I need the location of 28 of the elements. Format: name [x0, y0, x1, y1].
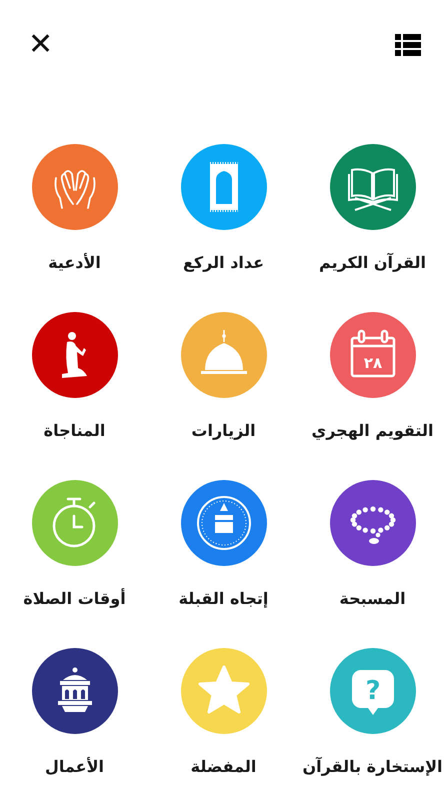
calendar-date: ٢٨	[363, 354, 382, 372]
prayer-rug-icon	[208, 162, 238, 212]
feature-button[interactable]: القرآن الكريم	[298, 144, 447, 275]
feature-button[interactable]: عداد الركع	[149, 144, 298, 275]
feature-button[interactable]: ? الإستخارة بالقرآن	[298, 648, 447, 779]
feature-button[interactable]: المفضلة	[149, 648, 298, 779]
lantern-icon	[58, 668, 92, 712]
feature-button[interactable]: ٢٨ التقويم الهجري	[298, 312, 447, 443]
question-mark: ?	[364, 676, 380, 706]
kneeling-figure-icon	[62, 332, 86, 378]
calendar-icon	[350, 330, 395, 378]
dome-icon	[200, 330, 246, 374]
list-menu-button[interactable]	[395, 34, 421, 56]
close-button[interactable]: ✕	[28, 30, 54, 60]
star-icon	[198, 666, 249, 714]
feature-button[interactable]: المناجاة	[0, 312, 149, 443]
compass-icon	[196, 496, 250, 550]
feature-button[interactable]: الأعمال	[0, 648, 149, 779]
feature-button[interactable]: أوقات الصلاة	[0, 480, 149, 611]
feature-button[interactable]: المسبحة	[298, 480, 447, 611]
praying-hands-icon	[54, 170, 95, 209]
feature-button[interactable]: إتجاه القبلة	[149, 480, 298, 611]
prayer-beads-icon	[350, 506, 396, 544]
feature-button[interactable]: الزيارات	[149, 312, 298, 443]
feature-button[interactable]: الأدعية	[0, 144, 149, 275]
stopwatch-icon	[52, 498, 95, 548]
speech-bubble-icon	[352, 670, 394, 715]
book-icon	[348, 168, 398, 211]
